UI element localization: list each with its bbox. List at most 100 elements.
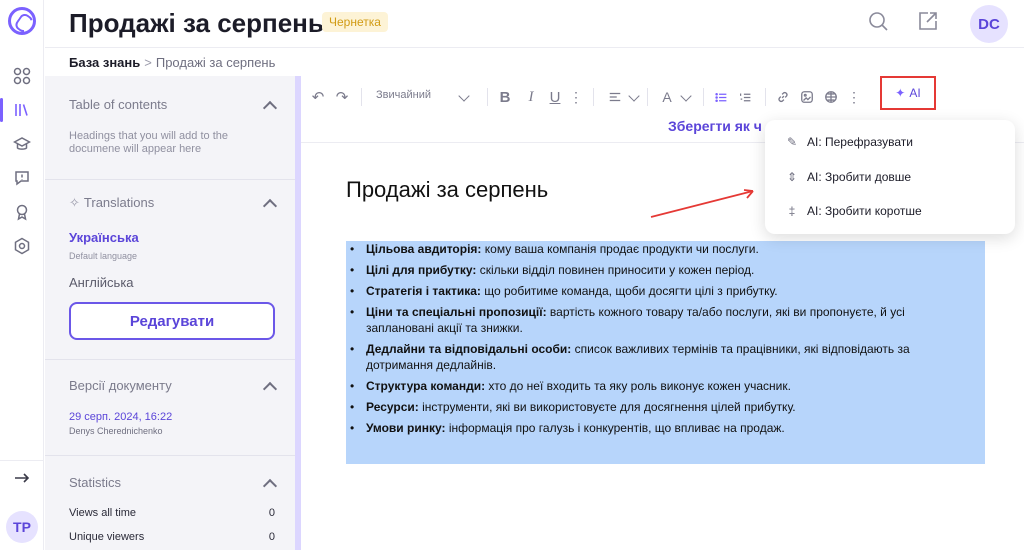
- breadcrumb-root[interactable]: База знань: [69, 55, 140, 70]
- redo-icon[interactable]: ↷: [333, 86, 351, 108]
- search-icon[interactable]: [867, 10, 889, 32]
- chevron-up-icon[interactable]: [262, 198, 278, 214]
- toc-hint: Headings that you will add to the docume…: [69, 130, 228, 155]
- ai-option-label: AI: Перефразувати: [807, 135, 913, 149]
- document-title[interactable]: Продажі за серпень: [346, 177, 548, 203]
- bullet-term: Умови ринку:: [366, 421, 446, 435]
- link-icon[interactable]: [775, 86, 791, 108]
- list-item[interactable]: Ціни та спеціальні пропозиції: вартість …: [350, 304, 960, 336]
- user-avatar-header[interactable]: DC: [970, 5, 1008, 43]
- pencil-icon: ✎: [786, 135, 798, 149]
- toolbar-divider: [647, 88, 648, 106]
- toc-title[interactable]: Table of contents: [69, 97, 167, 112]
- list-item[interactable]: Стратегія і тактика: що робитиме команда…: [350, 283, 960, 299]
- stat-row: Views all time 0: [69, 507, 275, 519]
- bullet-text: інформація про галузь і конкурентів, що …: [445, 421, 785, 435]
- table-icon[interactable]: [823, 86, 839, 108]
- toolbar-divider: [765, 88, 766, 106]
- bullet-text: що робитиме команда, щоби досягти цілі з…: [480, 284, 778, 298]
- courses-icon[interactable]: [10, 132, 34, 156]
- breadcrumb: База знань > Продажі за серпень: [69, 55, 275, 70]
- bold-icon[interactable]: B: [497, 86, 513, 108]
- statistics-title[interactable]: Statistics: [69, 475, 121, 490]
- list-item[interactable]: Цільова авдиторія: кому ваша компанія пр…: [350, 241, 960, 257]
- ai-option-label: AI: Зробити коротше: [807, 204, 922, 218]
- text-style-select[interactable]: Звичайний: [376, 89, 431, 101]
- underline-icon[interactable]: U: [547, 86, 563, 108]
- bullet-term: Структура команди:: [366, 379, 486, 393]
- version-date[interactable]: 29 серп. 2024, 16:22: [69, 411, 172, 423]
- text-color-icon[interactable]: A: [659, 86, 675, 108]
- page-title: Продажі за серпень: [69, 8, 324, 38]
- sparkle-icon: ✧: [69, 195, 80, 210]
- breadcrumb-current: Продажі за серпень: [155, 55, 276, 70]
- settings-icon[interactable]: [10, 234, 34, 258]
- ai-shorten-option[interactable]: ‡ AI: Зробити коротше: [765, 194, 1015, 228]
- versions-title[interactable]: Версії документу: [69, 378, 172, 393]
- user-avatar[interactable]: TP: [6, 511, 38, 543]
- numbered-list-icon[interactable]: [737, 86, 753, 108]
- more-format-icon[interactable]: ⋮: [569, 86, 583, 108]
- panel-resize-handle[interactable]: [295, 76, 301, 550]
- list-item[interactable]: Ресурси: інструменти, які ви використову…: [350, 399, 960, 415]
- more-insert-icon[interactable]: ⋮: [847, 86, 861, 108]
- bullet-list[interactable]: Цільова авдиторія: кому ваша компанія пр…: [350, 241, 960, 441]
- ai-button-label: AI: [909, 86, 921, 100]
- chevron-up-icon[interactable]: [262, 478, 278, 494]
- ai-button[interactable]: ✦ AI: [880, 76, 936, 110]
- share-icon[interactable]: [917, 10, 939, 32]
- list-item[interactable]: Цілі для прибутку: скільки відділ повине…: [350, 262, 960, 278]
- versions-section: Версії документу 29 серп. 2024, 16:22 De…: [45, 360, 295, 456]
- statistics-section: Statistics Views all time 0 Unique viewe…: [45, 456, 295, 550]
- translations-section: ✧ Translations Українська Default languag…: [45, 180, 295, 360]
- ai-dropdown-menu: ✎ AI: Перефразувати ⇕ AI: Зробити довше ‡ A…: [765, 120, 1015, 234]
- list-item[interactable]: Дедлайни та відповідальні особи: список …: [350, 341, 960, 373]
- logo-icon[interactable]: [8, 7, 36, 35]
- collapse-arrow-icon[interactable]: [10, 466, 34, 490]
- language-active[interactable]: Українська: [69, 230, 139, 245]
- toolbar-divider: [703, 88, 704, 106]
- bullet-text: інструменти, які ви використовуєте для д…: [418, 400, 796, 414]
- bullet-term: Цілі для прибутку:: [366, 263, 477, 277]
- list-item[interactable]: Структура команди: хто до неї входить та…: [350, 378, 960, 394]
- document-sidebar: Table of contents Headings that you will…: [45, 76, 295, 550]
- bullet-text: хто до неї входить та яку роль виконує к…: [485, 379, 791, 393]
- feedback-icon[interactable]: [10, 166, 34, 190]
- grid-icon[interactable]: [10, 64, 34, 88]
- toolbar-divider: [487, 88, 488, 106]
- align-icon[interactable]: [607, 86, 623, 108]
- translations-title-text: Translations: [83, 195, 155, 210]
- bullet-term: Ресурси:: [366, 400, 419, 414]
- chevron-down-icon[interactable]: [680, 90, 692, 102]
- image-icon[interactable]: [799, 86, 815, 108]
- bullet-list-icon[interactable]: [713, 86, 729, 108]
- breadcrumb-separator: >: [144, 55, 152, 70]
- translations-title[interactable]: ✧ Translations: [69, 195, 154, 211]
- editor-toolbar: ↶ ↷ Звичайний B I U ⋮ A ⋮ ✦ AI: [301, 76, 1024, 118]
- chevron-up-icon[interactable]: [262, 100, 278, 116]
- expand-icon: ⇕: [786, 170, 798, 184]
- stat-row: Unique viewers 0: [69, 531, 275, 543]
- page-header: Продажі за серпень Чернетка DC: [45, 0, 1024, 48]
- rail-divider: [0, 460, 44, 461]
- undo-icon[interactable]: ↶: [309, 86, 327, 108]
- stat-value: 0: [268, 507, 275, 519]
- save-as-template-link[interactable]: Зберегти як ч: [668, 118, 768, 134]
- app: TP Продажі за серпень Чернетка DC База з…: [0, 0, 1024, 550]
- bullet-text: кому ваша компанія продає продукти чи по…: [481, 242, 759, 256]
- italic-icon[interactable]: I: [523, 86, 539, 108]
- status-badge: Чернетка: [322, 12, 388, 32]
- edit-translation-button[interactable]: Редагувати: [69, 302, 275, 340]
- chevron-up-icon[interactable]: [262, 381, 278, 397]
- chevron-down-icon[interactable]: [458, 90, 470, 102]
- version-author: Denys Cherednichenko: [69, 426, 163, 436]
- ai-expand-option[interactable]: ⇕ AI: Зробити довше: [765, 160, 1015, 194]
- bullet-term: Цільова авдиторія:: [366, 242, 482, 256]
- ai-rephrase-option[interactable]: ✎ AI: Перефразувати: [765, 125, 1015, 159]
- library-icon[interactable]: [0, 98, 34, 122]
- bullet-term: Ціни та спеціальні пропозиції:: [366, 305, 547, 319]
- language-other[interactable]: Англійська: [69, 275, 134, 290]
- achievement-icon[interactable]: [10, 200, 34, 224]
- list-item[interactable]: Умови ринку: інформація про галузь і кон…: [350, 420, 960, 436]
- chevron-down-icon[interactable]: [628, 90, 640, 102]
